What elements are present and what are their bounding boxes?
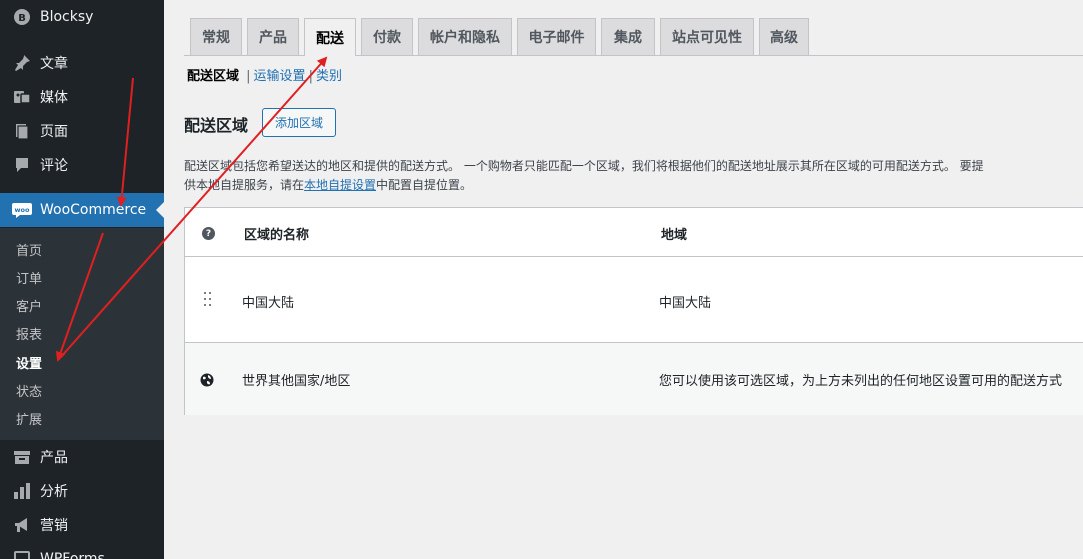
table-row[interactable]: 中国大陆 中国大陆 — [185, 257, 1083, 343]
subnav-link-shipping-settings[interactable]: 运输设置 — [254, 69, 306, 84]
zone-region: 您可以使用该可选区域，为上方未列出的任何地区设置可用的配送方式 — [659, 374, 1063, 389]
page-icon — [12, 121, 32, 141]
subnav-link-classes[interactable]: 类别 — [316, 69, 342, 84]
sidebar-item-label: 文章 — [40, 56, 68, 72]
shipping-zones-table: ? 区域的名称 地域 中国大陆 中国大陆 世界其他国家/地区 您可以使用该可选区… — [184, 207, 1083, 415]
table-row[interactable]: 世界其他国家/地区 您可以使用该可选区域，为上方未列出的任何地区设置可用的配送方… — [185, 343, 1083, 415]
globe-icon — [200, 373, 214, 387]
tab-advanced[interactable]: 高级 — [759, 18, 809, 55]
column-header-region: 地域 — [661, 228, 688, 243]
submenu-item-home[interactable]: 首页 — [16, 240, 42, 259]
submenu-item-customers[interactable]: 客户 — [16, 296, 42, 315]
table-header-row: ? 区域的名称 地域 — [185, 208, 1083, 257]
tab-accounts-privacy[interactable]: 帐户和隐私 — [418, 18, 512, 55]
tab-payments[interactable]: 付款 — [361, 18, 413, 55]
tab-general[interactable]: 常规 — [190, 18, 242, 55]
sidebar-item-pages[interactable]: 页面 — [0, 114, 164, 148]
analytics-icon — [12, 481, 32, 501]
woocommerce-submenu: 首页 订单 客户 报表 设置 状态 扩展 — [0, 228, 164, 440]
pin-icon — [12, 53, 32, 73]
zones-description: 配送区域包括您希望送达的地区和提供的配送方式。 一个购物者只能匹配一个区域，我们… — [184, 157, 984, 195]
sidebar-item-wpforms[interactable]: WPForms — [0, 542, 164, 559]
woo-icon: woo — [12, 200, 32, 220]
megaphone-icon — [12, 515, 32, 535]
tab-emails[interactable]: 电子邮件 — [517, 18, 596, 55]
subnav-current-zones[interactable]: 配送区域 — [187, 69, 239, 84]
active-caret — [156, 202, 164, 218]
submenu-item-reports[interactable]: 报表 — [16, 324, 42, 343]
subnav-separator: | — [246, 69, 251, 84]
tab-products[interactable]: 产品 — [247, 18, 299, 55]
comment-icon — [12, 155, 32, 175]
tab-shipping[interactable]: 配送 — [304, 18, 356, 56]
product-icon — [12, 447, 32, 467]
shipping-subnav: 配送区域 | 运输设置 | 类别 — [187, 65, 342, 84]
site-name: Blocksy — [40, 9, 94, 25]
sidebar-item-media[interactable]: 媒体 — [0, 80, 164, 114]
tab-site-visibility[interactable]: 站点可见性 — [660, 18, 754, 55]
sidebar-item-analytics[interactable]: 分析 — [0, 474, 164, 508]
zone-name[interactable]: 中国大陆 — [242, 292, 294, 311]
woo-badge-text: woo — [15, 206, 30, 214]
submenu-item-extensions[interactable]: 扩展 — [16, 409, 42, 428]
admin-sidebar: B Blocksy 文章 媒体 页面 评论 woo WooCommerce 首页… — [0, 0, 164, 559]
sidebar-item-label: 页面 — [40, 124, 68, 140]
sidebar-item-label: WooCommerce — [40, 202, 147, 218]
sidebar-item-products[interactable]: 产品 — [0, 440, 164, 474]
sidebar-item-label: 媒体 — [40, 90, 68, 106]
sidebar-item-label: 营销 — [40, 518, 68, 534]
media-icon — [12, 87, 32, 107]
sidebar-item-marketing[interactable]: 营销 — [0, 508, 164, 542]
help-icon[interactable]: ? — [202, 227, 215, 240]
sidebar-item-label: WPForms — [40, 551, 105, 559]
svg-text:B: B — [18, 13, 26, 24]
tab-integration[interactable]: 集成 — [601, 18, 655, 55]
submenu-item-orders[interactable]: 订单 — [16, 268, 42, 287]
page-title: 配送区域 — [184, 116, 249, 135]
settings-tabs: 常规 产品 配送 付款 帐户和隐私 电子邮件 集成 站点可见性 高级 — [184, 18, 1083, 56]
local-pickup-settings-link[interactable]: 本地自提设置 — [304, 178, 376, 192]
sidebar-item-label: 分析 — [40, 484, 68, 500]
sidebar-item-comments[interactable]: 评论 — [0, 148, 164, 182]
sidebar-item-label: 评论 — [40, 158, 68, 174]
column-header-zone-name: 区域的名称 — [244, 228, 310, 243]
blocksy-logo-icon: B — [12, 7, 32, 27]
submenu-item-settings[interactable]: 设置 — [16, 353, 42, 372]
zone-name: 世界其他国家/地区 — [242, 374, 351, 389]
sidebar-item-woocommerce[interactable]: woo WooCommerce — [0, 193, 164, 227]
sidebar-item-label: 产品 — [40, 450, 68, 466]
add-zone-button[interactable]: 添加区域 — [262, 108, 336, 137]
description-text-end: 中配置自提位置。 — [376, 178, 473, 192]
sidebar-site-blocksy[interactable]: B Blocksy — [0, 0, 164, 34]
submenu-item-status[interactable]: 状态 — [16, 381, 42, 400]
sidebar-item-posts[interactable]: 文章 — [0, 46, 164, 80]
drag-handle-icon[interactable] — [204, 292, 214, 308]
zone-region: 中国大陆 — [659, 296, 712, 311]
subnav-separator: | — [308, 69, 313, 84]
forms-icon — [12, 549, 32, 559]
